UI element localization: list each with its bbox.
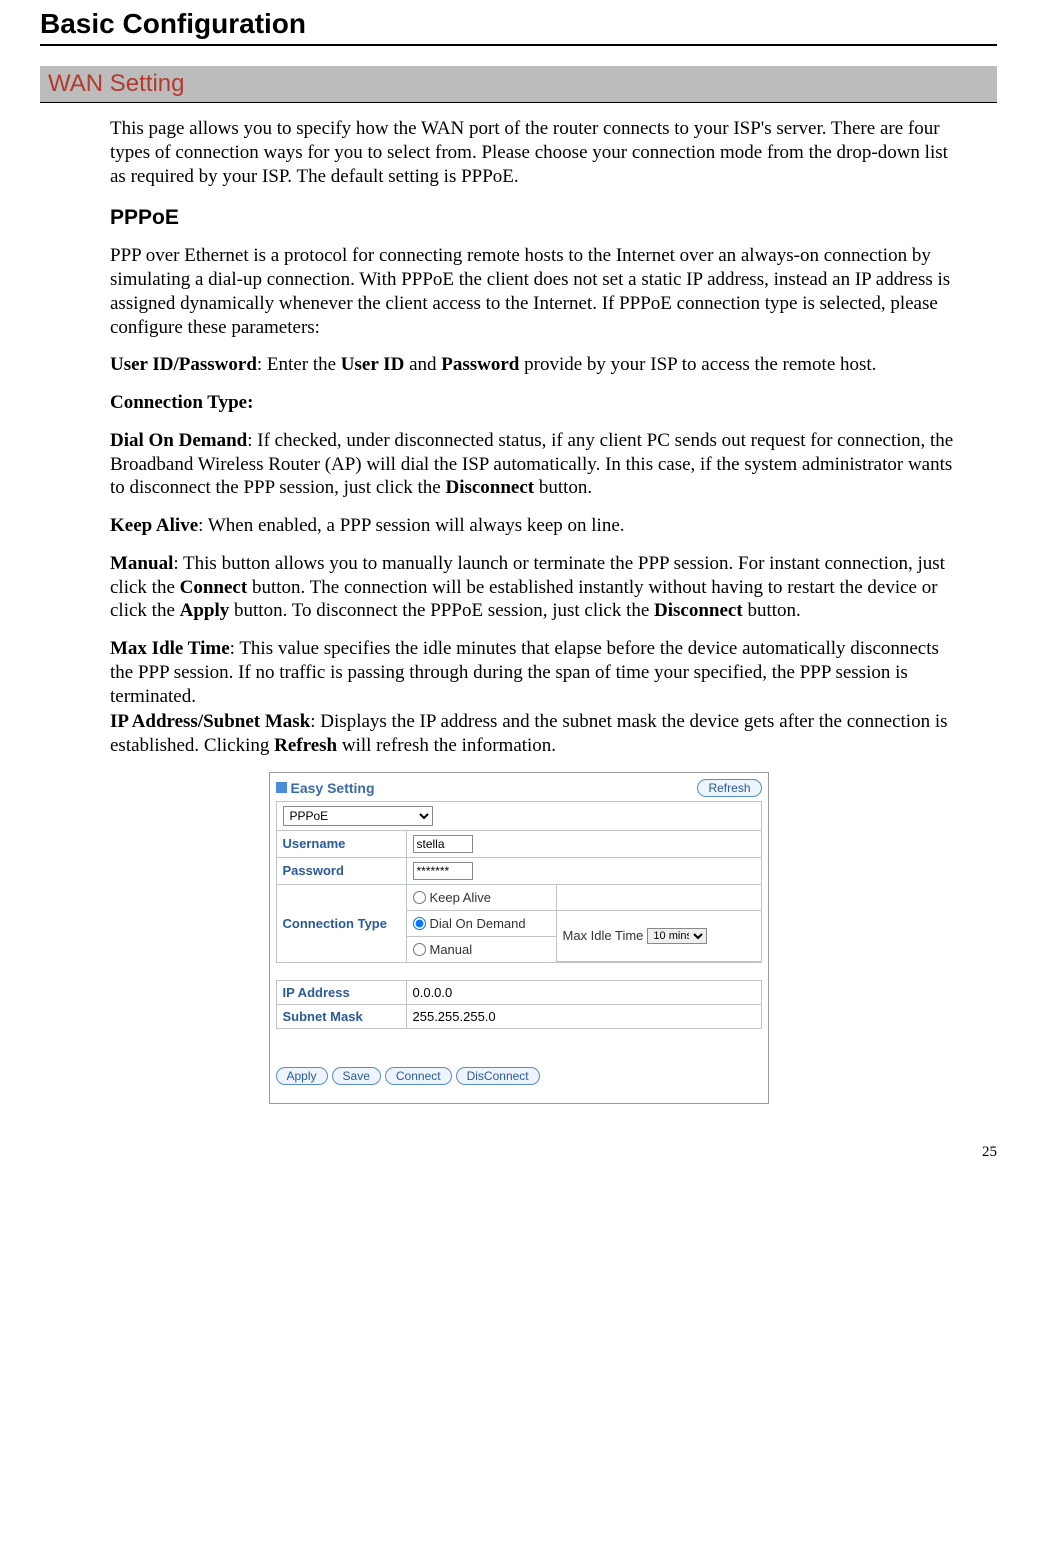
userid-password-label: User ID/Password — [110, 354, 257, 375]
ip-subnet-label: IP Address/Subnet Mask — [110, 711, 310, 732]
apply-bold: Apply — [180, 600, 230, 621]
ip-subnet-paragraph: IP Address/Subnet Mask: Displays the IP … — [110, 710, 957, 758]
settings-table: PPPoE Username Password Connection Type — [276, 801, 762, 1029]
subnet-mask-value: 255.255.255.0 — [406, 1004, 761, 1028]
dial-on-demand-label: Dial On Demand — [110, 430, 247, 451]
text: provide by your ISP to access the remote… — [519, 354, 876, 375]
password-input[interactable] — [413, 862, 473, 880]
text: : This value specifies the idle minutes … — [110, 638, 939, 707]
pppoe-description: PPP over Ethernet is a protocol for conn… — [110, 244, 957, 339]
intro-paragraph: This page allows you to specify how the … — [110, 117, 957, 188]
max-idle-time-label: Max Idle Time — [110, 638, 230, 659]
max-idle-time-select[interactable]: 10 mins. — [647, 928, 707, 944]
radio-manual[interactable] — [413, 943, 426, 956]
subheading-pppoe: PPPoE — [110, 206, 997, 230]
disconnect-bold: Disconnect — [445, 477, 534, 498]
connection-type-label: Connection Type: — [110, 392, 253, 413]
connection-type-cell-label: Connection Type — [276, 884, 406, 962]
username-input[interactable] — [413, 835, 473, 853]
username-label: Username — [276, 830, 406, 857]
userid-bold: User ID — [341, 354, 405, 375]
connect-button[interactable]: Connect — [385, 1067, 452, 1085]
text: button. — [534, 477, 592, 498]
password-bold: Password — [441, 354, 519, 375]
radio-dial-on-demand-label: Dial On Demand — [430, 916, 526, 931]
keep-alive-paragraph: Keep Alive: When enabled, a PPP session … — [110, 514, 957, 538]
panel-icon — [276, 782, 287, 793]
connect-bold: Connect — [180, 577, 248, 598]
disconnect-bold-2: Disconnect — [654, 600, 743, 621]
subnet-mask-label: Subnet Mask — [276, 1004, 406, 1028]
text: button. — [743, 600, 801, 621]
panel-title: Easy Setting — [276, 780, 375, 796]
manual-paragraph: Manual: This button allows you to manual… — [110, 552, 957, 623]
ip-address-label: IP Address — [276, 980, 406, 1004]
password-label: Password — [276, 857, 406, 884]
save-button[interactable]: Save — [332, 1067, 381, 1085]
max-idle-time-inline-label: Max Idle Time — [563, 928, 644, 943]
refresh-bold: Refresh — [274, 735, 337, 756]
ip-address-value: 0.0.0.0 — [406, 980, 761, 1004]
radio-dial-on-demand[interactable] — [413, 917, 426, 930]
radio-keep-alive-row[interactable]: Keep Alive — [413, 888, 550, 907]
dial-on-demand-paragraph: Dial On Demand: If checked, under discon… — [110, 429, 957, 500]
keep-alive-label: Keep Alive — [110, 515, 198, 536]
disconnect-button[interactable]: DisConnect — [456, 1067, 540, 1085]
radio-manual-label: Manual — [430, 942, 473, 957]
radio-keep-alive-label: Keep Alive — [430, 890, 491, 905]
section-heading-wan: WAN Setting — [40, 66, 997, 103]
text: and — [404, 354, 441, 375]
manual-label: Manual — [110, 553, 173, 574]
text: : When enabled, a PPP session will alway… — [198, 515, 624, 536]
easy-setting-panel: Easy Setting Refresh PPPoE Username Pass… — [269, 772, 769, 1104]
connection-type-heading: Connection Type: — [110, 391, 957, 415]
radio-manual-row[interactable]: Manual — [413, 940, 550, 959]
page-number: 25 — [40, 1144, 997, 1161]
text: button. To disconnect the PPPoE session,… — [229, 600, 654, 621]
refresh-button[interactable]: Refresh — [697, 779, 761, 797]
max-idle-time-paragraph: Max Idle Time: This value specifies the … — [110, 637, 957, 708]
userid-password-paragraph: User ID/Password: Enter the User ID and … — [110, 353, 957, 377]
connection-mode-select[interactable]: PPPoE — [283, 806, 433, 826]
text: : Enter the — [257, 354, 341, 375]
text: will refresh the information. — [337, 735, 556, 756]
page-title: Basic Configuration — [40, 0, 997, 46]
radio-keep-alive[interactable] — [413, 891, 426, 904]
radio-dial-on-demand-row[interactable]: Dial On Demand — [413, 914, 550, 933]
panel-title-text: Easy Setting — [291, 780, 375, 796]
apply-button[interactable]: Apply — [276, 1067, 328, 1085]
